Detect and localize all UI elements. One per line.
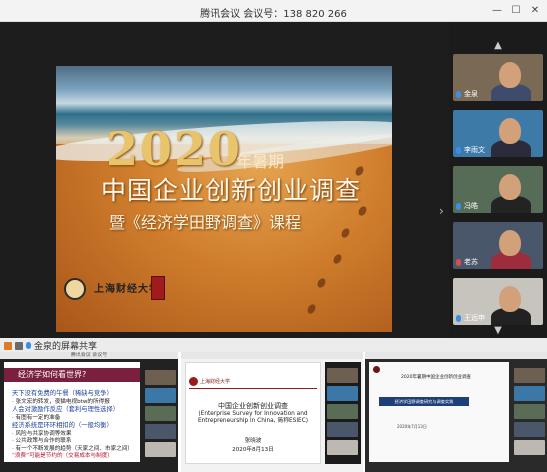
mic-icon — [456, 314, 461, 322]
shared-screen-stage: 2020 年暑期 中国企业创新创业调查 暨《经济学田野调查》课程 上海财经大学 … — [0, 22, 449, 338]
user-icon — [4, 341, 12, 350]
participant-face — [499, 230, 521, 256]
screenshot-thumbnail-1[interactable]: 腾讯会议 会议号 经济学如何看世界? 天下没有免费的午餐（稀缺与竞争） · 张文宏… — [0, 352, 178, 472]
participant-name: 金泉 — [464, 90, 478, 98]
meeting-window: 腾讯会议 会议号：138 820 266 — ☐ ✕ 2020 年暑期 中国企业… — [0, 0, 547, 338]
mic-muted-icon — [456, 258, 461, 266]
department-logo-icon — [151, 276, 165, 300]
participant-name: 冯皓 — [464, 202, 478, 210]
maximize-button[interactable]: ☐ — [508, 3, 524, 19]
participant-caption: 老苏 — [456, 257, 478, 267]
slide-date: 2020年8月13日 — [232, 447, 274, 453]
participant-tile[interactable]: 老苏 — [453, 222, 543, 269]
slide-course-page: 2020年暑期中国企业创新创业调查 经济学田野调查研究与调查实践 2020年7月… — [369, 362, 509, 462]
participant-name: 老苏 — [464, 258, 478, 266]
mini-video-column — [325, 362, 361, 464]
mini-video-tile — [514, 386, 545, 401]
mini-video-tile — [327, 368, 358, 383]
slide-economics-view: 经济学如何看世界? 天下没有免费的午餐（稀缺与竞争） · 张文宏的转发，夜猫电视b… — [4, 362, 140, 462]
participant-tile[interactable]: 冯皓 — [453, 166, 543, 213]
mini-video-tile — [327, 422, 358, 437]
slide-subtitle: 暨《经济学田野调查》课程 — [109, 213, 302, 232]
slide-season: 年暑期 — [236, 152, 285, 171]
mini-video-tile — [145, 370, 176, 385]
presentation-slide: 2020 年暑期 中国企业创新创业调查 暨《经济学田野调查》课程 上海财经大学 — [56, 66, 392, 332]
mic-icon — [26, 342, 31, 349]
slide-author: 张晓波 — [244, 438, 262, 444]
screen-share-banner: 金泉的屏幕共享 — [0, 338, 547, 352]
mini-video-tile — [145, 406, 176, 421]
mini-video-tile — [514, 422, 545, 437]
university-seal-icon — [373, 366, 380, 373]
mini-video-tile — [327, 386, 358, 401]
header-rule — [189, 388, 317, 389]
slide-date: 2020年7月13日 — [397, 424, 427, 429]
mini-video-tile — [514, 404, 545, 419]
participant-caption: 金泉 — [456, 89, 478, 99]
mini-title-bar: 腾讯会议 会议号 — [0, 352, 178, 359]
university-name: 上海财经大学 — [200, 379, 231, 385]
title-bar: 腾讯会议 会议号：138 820 266 — ☐ ✕ — [0, 0, 547, 22]
mini-video-tile — [145, 442, 176, 457]
participant-name: 王远申 — [464, 314, 485, 322]
screenshot-thumbnail-2[interactable]: 上海财经大学 中国企业创新创业调查 (Enterprise Survey for… — [181, 352, 363, 472]
participant-tile[interactable]: 王远申 — [453, 278, 543, 325]
participant-face — [499, 118, 521, 144]
slide-year: 2020 — [106, 122, 243, 176]
mic-icon — [456, 146, 461, 154]
slide-english-title: (Enterprise Survey for Innovation and En… — [197, 411, 309, 424]
slide-heading: 经济学如何看世界? — [4, 368, 140, 382]
mini-video-column — [512, 362, 545, 462]
mini-video-tile — [145, 424, 176, 439]
participant-caption: 王远申 — [456, 313, 485, 323]
mini-video-column — [143, 362, 176, 462]
university-seal-icon — [64, 278, 86, 300]
university-seal-icon — [189, 377, 198, 386]
mini-title-bar — [181, 352, 363, 359]
screen-share-icon — [15, 341, 23, 350]
mic-icon — [456, 90, 461, 98]
mini-video-tile — [514, 368, 545, 383]
mini-video-tile — [327, 440, 358, 455]
mini-video-tile — [145, 388, 176, 403]
slide-title-page: 上海财经大学 中国企业创新创业调查 (Enterprise Survey for… — [185, 362, 321, 464]
scroll-down-arrow[interactable]: ▼ — [449, 325, 547, 336]
mini-video-tile — [514, 440, 545, 455]
share-banner-text: 金泉的屏幕共享 — [34, 342, 98, 352]
participant-caption: 冯皓 — [456, 201, 478, 211]
slide-headline: 中国企业创新创业调查 — [101, 176, 362, 205]
next-page-arrow[interactable]: › — [439, 204, 444, 218]
screenshot-thumbnail-3[interactable]: 2020年暑期中国企业创新创业调查 经济学田野调查研究与调查实践 2020年7月… — [365, 352, 547, 472]
participant-caption: 李雨文 — [456, 145, 485, 155]
minimize-button[interactable]: — — [489, 3, 505, 19]
slide-bullet: “浪费”可能是节约的（交易成本与制度） — [12, 453, 113, 459]
slide-heading: 2020年暑期中国企业创新创业调查 — [401, 375, 471, 380]
scroll-up-arrow[interactable]: ▲ — [449, 40, 547, 51]
window-title: 腾讯会议 会议号：138 820 266 — [200, 9, 347, 20]
participant-tile[interactable]: 李雨文 — [453, 110, 543, 157]
participant-face — [499, 62, 521, 88]
participant-name: 李雨文 — [464, 146, 485, 154]
mic-icon — [456, 202, 461, 210]
participant-face — [499, 174, 521, 200]
mini-video-tile — [327, 404, 358, 419]
participant-face — [499, 286, 521, 312]
slide-title: 中国企业创新创业调查 — [218, 402, 288, 410]
close-button[interactable]: ✕ — [527, 3, 543, 19]
mini-title-bar — [365, 352, 547, 359]
participant-tile[interactable]: 金泉 — [453, 54, 543, 101]
participant-video-list: ▲ 金泉李雨文冯皓老苏王远申 ▼ — [449, 22, 547, 338]
slide-banner: 经济学田野调查研究与调查实践 — [379, 397, 469, 406]
